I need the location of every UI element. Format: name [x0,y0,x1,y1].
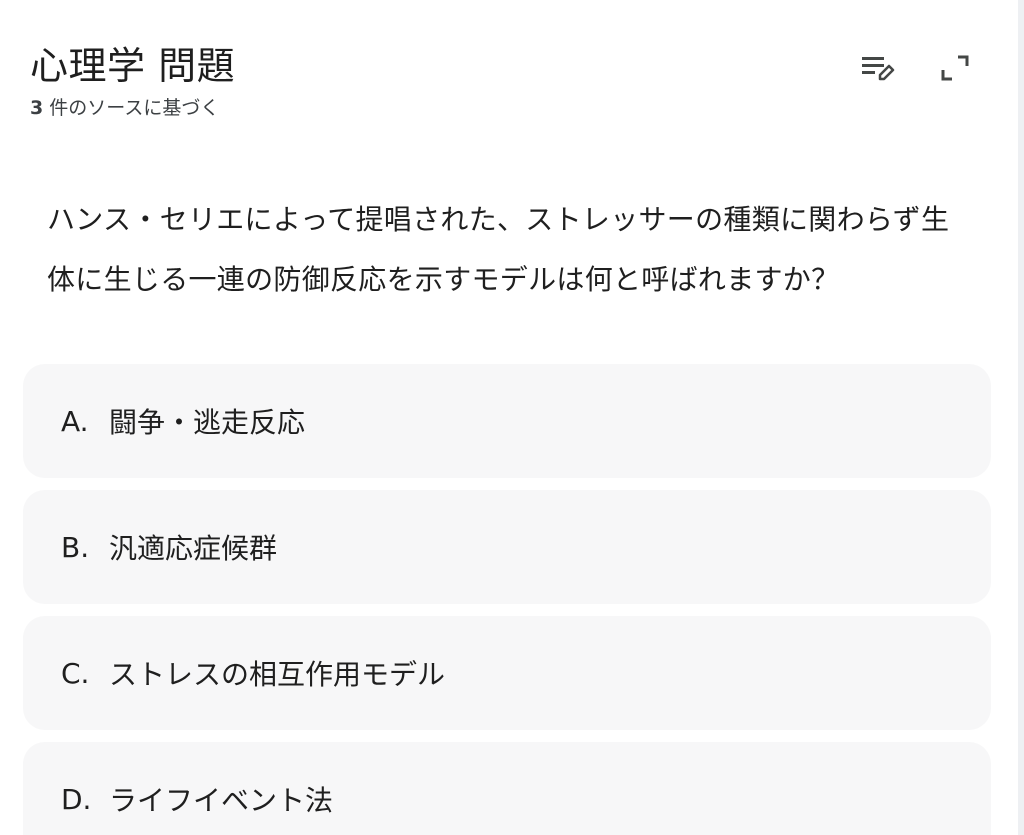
source-count: 3 [30,97,44,119]
option-letter: C. [61,656,90,690]
option-label: 汎適応症候群 [109,532,278,565]
source-count-text: 件のソースに基づく [43,97,220,119]
option-letter: D. [61,782,92,816]
expand-button[interactable] [934,48,974,88]
option-label: ストレスの相互作用モデル [109,658,446,691]
question-text: ハンス・セリエによって提唱された、ストレッサーの種類に関わらず生体に生じる一連の… [47,203,950,296]
option-label: 闘争・逃走反応 [109,406,306,439]
quiz-header: 心理学 問題 3 件のソースに基づく [30,40,235,121]
option-letter: B. [61,530,90,564]
list-edit-icon [862,57,895,81]
option-a[interactable]: A. 闘争・逃走反応 [23,364,991,478]
page-title: 心理学 問題 [30,44,236,88]
option-b[interactable]: B. 汎適応症候群 [23,490,991,604]
option-label: ライフイベント法 [109,784,334,817]
source-count-label: 3 件のソースに基づく [30,95,235,121]
option-d[interactable]: D. ライフイベント法 [23,742,991,835]
edit-quiz-button[interactable] [858,48,898,88]
option-letter: A. [61,404,89,438]
panel-edge [1018,0,1024,835]
expand-icon [941,55,969,81]
option-c[interactable]: C. ストレスの相互作用モデル [23,616,991,730]
answer-options: A. 闘争・逃走反応 B. 汎適応症候群 C. ストレスの相互作用モデル D. … [23,364,991,835]
